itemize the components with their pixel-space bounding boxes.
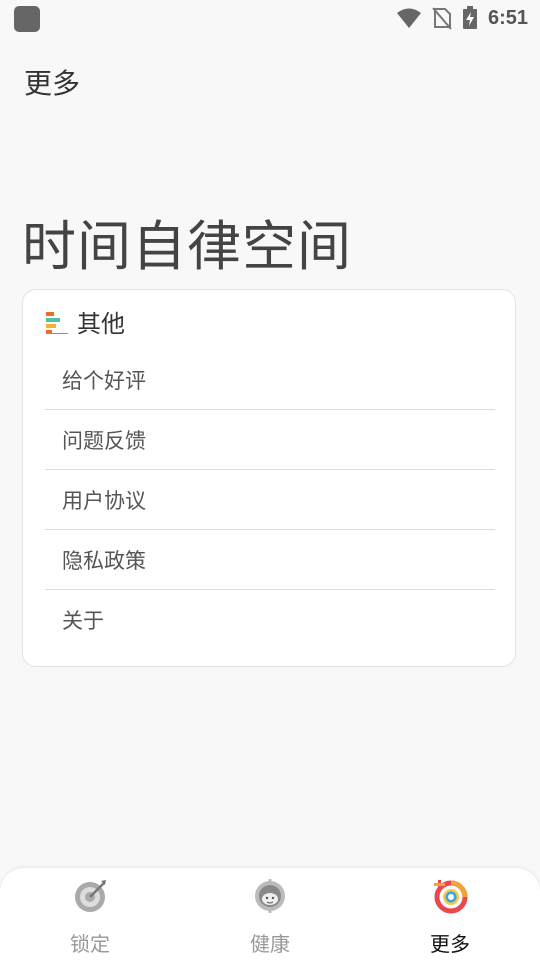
nav-item-lock[interactable]: 锁定 (0, 868, 180, 960)
card-title: 其他 (77, 310, 125, 338)
bottom-nav: 锁定 健康 更多 (0, 868, 540, 960)
menu-list: 给个好评 问题反馈 用户协议 隐私政策 关于 (45, 350, 495, 650)
status-icons: 6:51 (396, 4, 528, 32)
no-sim-icon (432, 7, 452, 30)
nav-label-more: 更多 (430, 932, 470, 956)
menu-item-privacy-policy[interactable]: 隐私政策 (45, 530, 495, 590)
menu-item-about[interactable]: 关于 (45, 590, 495, 650)
bar-list-icon (46, 311, 68, 334)
status-time: 6:51 (487, 6, 528, 29)
nav-item-health[interactable]: 健康 (180, 868, 360, 960)
battery-charging-icon (462, 6, 477, 29)
menu-item-feedback[interactable]: 问题反馈 (45, 410, 495, 470)
wifi-icon (396, 8, 421, 28)
nav-label-lock: 锁定 (70, 932, 110, 956)
card-header: 其他 (45, 304, 125, 339)
menu-item-user-agreement[interactable]: 用户协议 (45, 470, 495, 530)
nav-item-more[interactable]: 更多 (360, 868, 540, 960)
health-face-icon (255, 879, 285, 913)
status-bar: 6:51 (0, 0, 540, 36)
other-section-card: 其他 给个好评 问题反馈 用户协议 隐私政策 关于 (22, 289, 516, 667)
target-icon (75, 880, 106, 912)
app-notification-icon (14, 6, 40, 32)
menu-item-rate[interactable]: 给个好评 (45, 350, 495, 410)
nav-label-health: 健康 (250, 932, 290, 956)
hero-title: 时间自律空间 (22, 215, 352, 278)
page-title: 更多 (24, 67, 81, 100)
colorful-ring-icon (434, 880, 468, 914)
